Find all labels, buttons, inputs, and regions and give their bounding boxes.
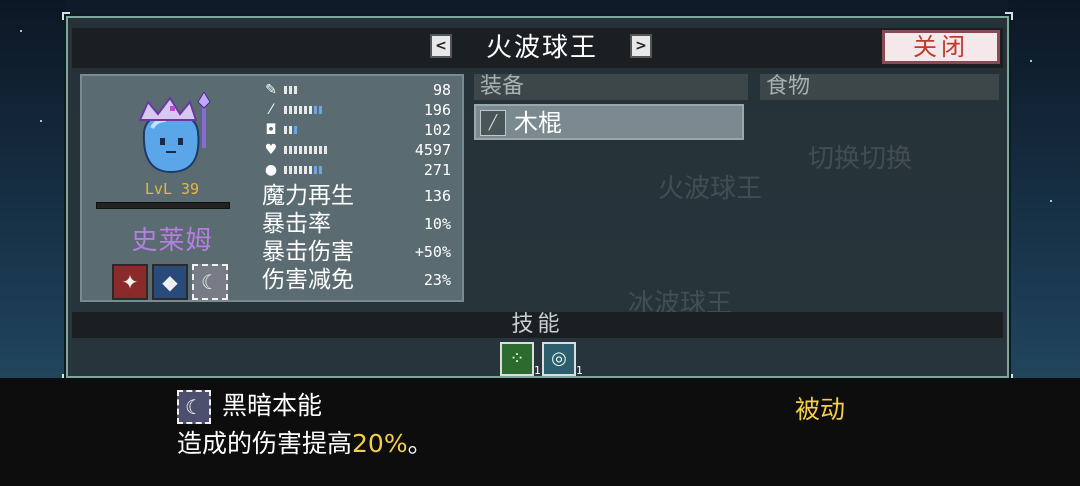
description-value: 20% [352,429,408,458]
skill-count: 1 [576,364,583,377]
title-bar: < 火波球王 > 关闭 [72,28,1003,68]
attribute-label: 暴击伤害 [262,239,354,265]
description-suffix: 。 [407,429,433,458]
stat-bars [284,126,297,134]
stat-row-mana: ● 271 [262,160,457,180]
tooltip-description: 造成的伤害提高20%。 [177,428,433,460]
vortex-icon: ◎ [551,348,567,369]
stat-value: 271 [423,161,451,179]
attribute-row: 伤害减免 23% [262,266,457,294]
level-label: LvL 39 [144,180,200,198]
previous-monster-button[interactable]: < [430,34,452,58]
trait-moon-icon[interactable]: ☾ [192,264,228,300]
star [1050,200,1052,202]
star [1030,60,1032,62]
stat-bars [284,86,297,94]
staff-icon: ╱ [480,110,506,136]
heart-icon: ♥ [264,142,278,158]
experience-bar [96,202,230,209]
stat-value: 98 [432,81,451,99]
background-ghost-text: 切换切换 [808,144,913,174]
stat-row-defense: ◘ 102 [262,120,457,140]
attribute-row: 暴击率 10% [262,210,457,238]
attribute-label: 魔力再生 [262,183,354,209]
character-name: 史莱姆 [131,226,213,256]
stat-value: 4597 [414,141,451,159]
tooltip-skill-name: 黑暗本能 [222,391,323,420]
next-monster-button[interactable]: > [630,34,652,58]
stat-row-health: ♥ 4597 [262,140,457,160]
character-card: LvL 39 史莱姆 ✦ ◆ ☾ ✎ 98 ⁄ 196 ◘ 102 ♥ 4597… [80,74,464,302]
page-title: 火波球王 [485,33,598,63]
skill-slot-vortex[interactable]: ◎ [542,342,576,376]
equipment-slot-staff[interactable]: ╱ 木棍 [474,104,744,140]
window-corner [1005,12,1013,20]
attribute-value: +50% [414,243,451,261]
attribute-row: 暴击伤害 +50% [262,238,457,266]
drop-icon: ● [264,162,278,178]
trait-water-icon[interactable]: ◆ [152,264,188,300]
attribute-label: 伤害减免 [262,267,354,293]
skill-tooltip: ☾ 黑暗本能 被动 造成的伤害提高20%。 [0,378,1080,486]
attribute-value: 23% [423,271,451,289]
wand-icon: ⁄ [269,102,273,118]
shield-icon: ◘ [265,122,277,138]
attribute-value: 136 [423,187,451,205]
skills-header: 技能 [72,312,1003,338]
star [20,30,22,32]
stat-row-attack: ✎ 98 [262,80,457,100]
food-header: 食物 [760,74,999,100]
skill-slot-spark[interactable]: ⁘ [500,342,534,376]
spark-icon: ⁘ [509,348,525,369]
stat-value: 196 [423,101,451,119]
monster-info-window: 火波球王 冰波球王 切换切换 < 火波球王 > 关闭 LvL 39 史莱姆 ✦ … [62,12,1013,382]
slime-king-portrait [138,92,211,174]
trait-fire-icon[interactable]: ✦ [112,264,148,300]
window-corner [62,12,70,20]
background-ghost-text: 火波球王 [658,174,763,204]
stat-bars [284,106,322,114]
attribute-value: 10% [423,215,451,233]
skill-count: 1 [534,364,541,377]
close-button[interactable]: 关闭 [882,30,1000,64]
stat-value: 102 [423,121,451,139]
moon-icon: ☾ [177,390,211,424]
sword-icon: ✎ [265,82,277,98]
attribute-row: 魔力再生 136 [262,182,457,210]
star [40,120,42,122]
attribute-label: 暴击率 [262,211,331,237]
stat-bars [284,166,322,174]
description-text: 造成的伤害提高 [177,429,353,458]
equipment-name: 木棍 [514,109,562,137]
stat-row-magic: ⁄ 196 [262,100,457,120]
tooltip-skill-type: 被动 [795,395,846,424]
equipment-header: 装备 [474,74,748,100]
stat-bars [284,146,327,154]
